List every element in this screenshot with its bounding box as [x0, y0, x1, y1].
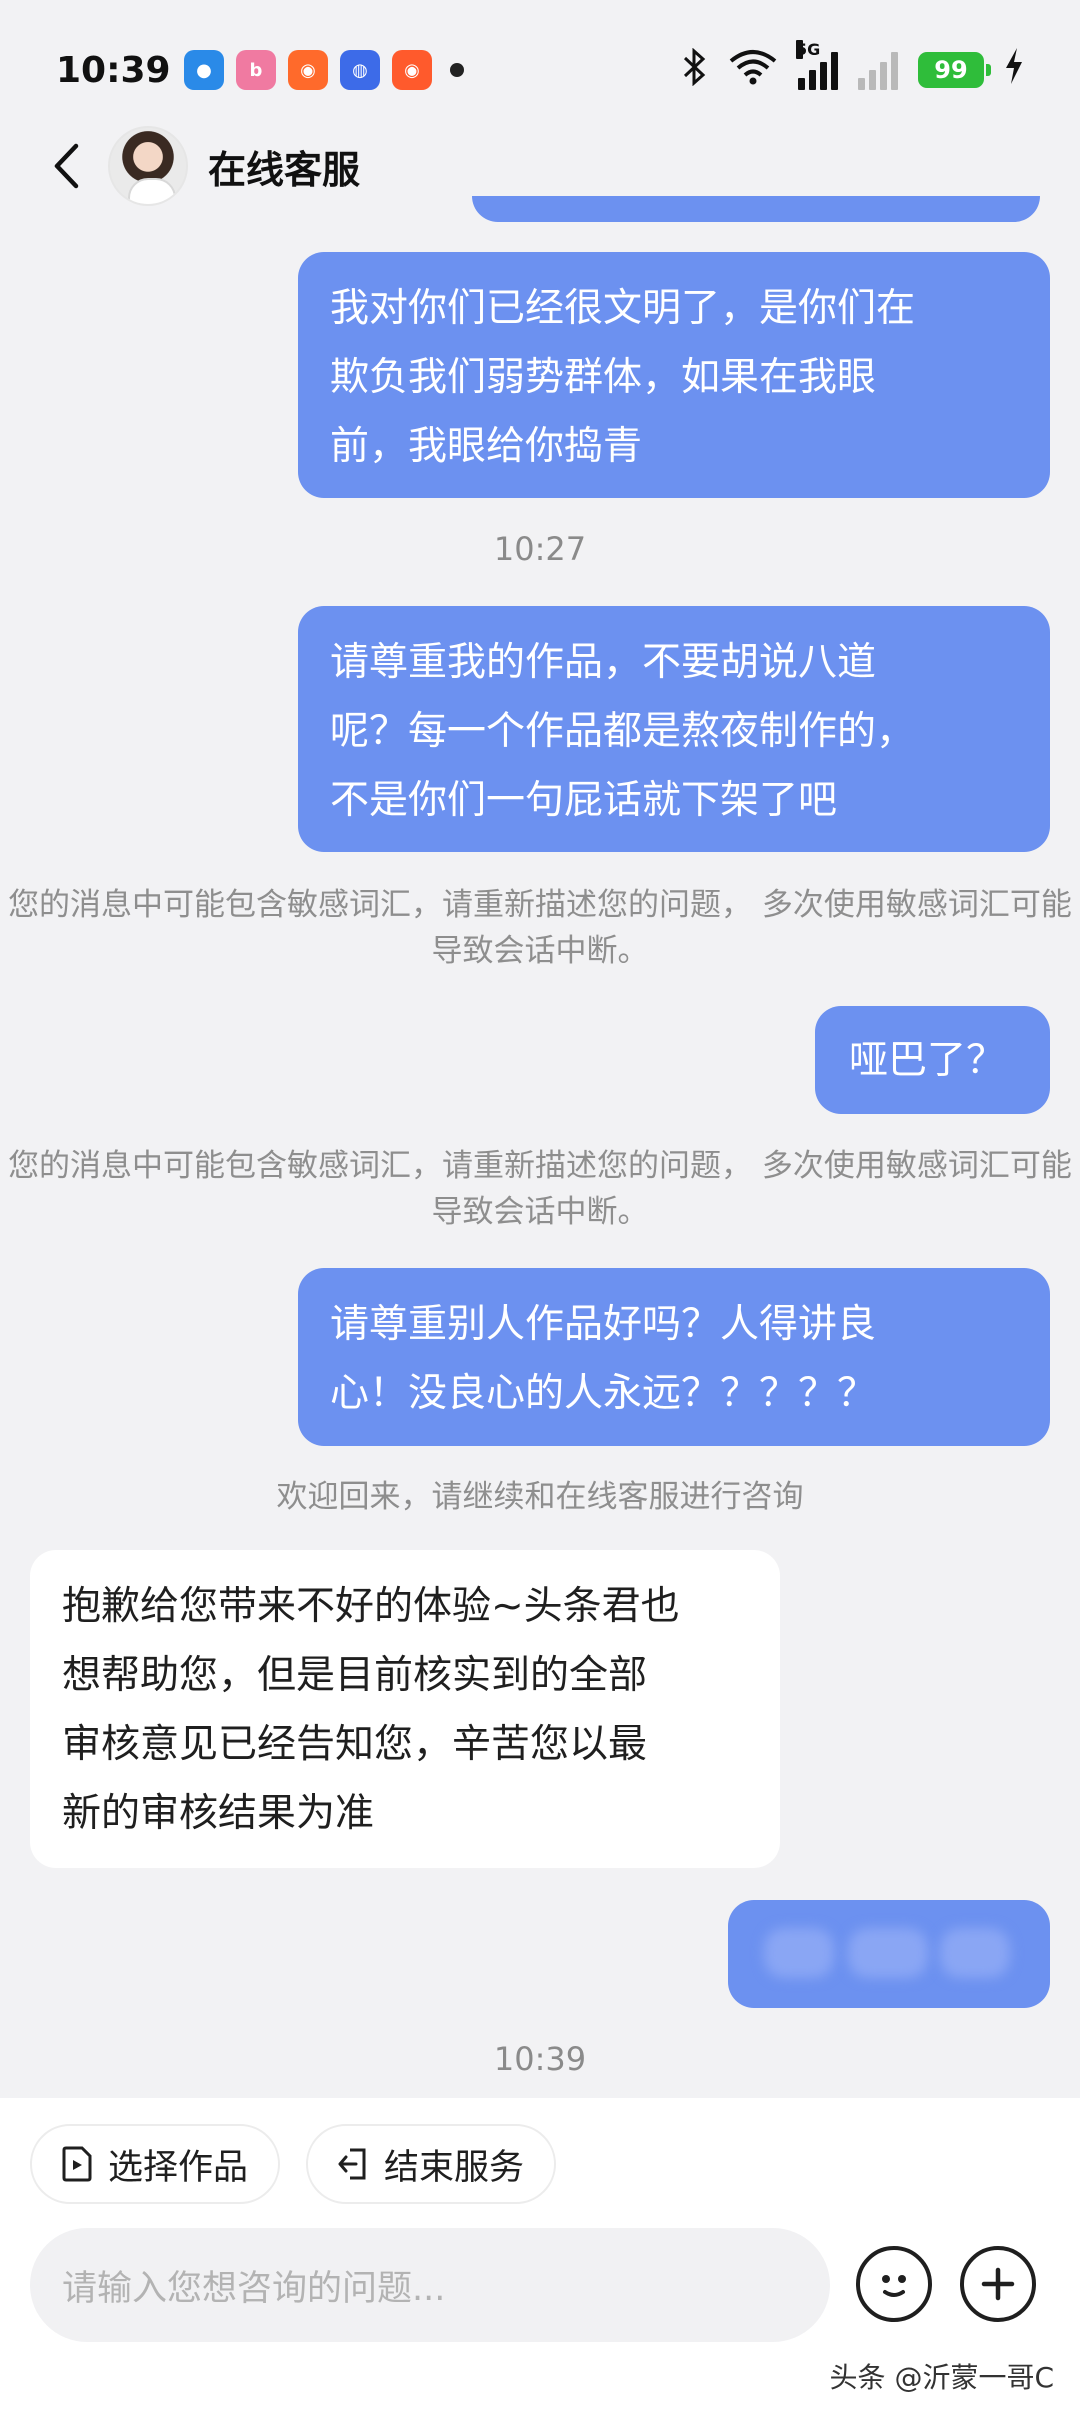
message-bubble-outgoing-blurred[interactable] [728, 1900, 1050, 2008]
timestamp: 10:39 [493, 2040, 587, 2078]
back-button[interactable] [44, 136, 88, 196]
page-title: 在线客服 [208, 147, 361, 192]
emoji-icon [882, 2275, 906, 2297]
message-input[interactable]: 请输入您想咨询的问题... [30, 2228, 830, 2342]
select-work-button[interactable]: 选择作品 [30, 2124, 281, 2204]
system-notice: 您的消息中可能包含敏感词汇，请重新描述您的问题， 多次使用敏感词汇可能导致会话中… [8, 887, 1072, 969]
message-bubble-outgoing[interactable]: 我对你们已经很文明了，是你们在 欺负我们弱势群体，如果在我眼 前，我眼给你捣青 [298, 252, 1050, 498]
system-notice: 欢迎回来，请继续和在线客服进行咨询 [276, 1479, 804, 1515]
exit-icon [338, 2148, 366, 2180]
back-arrow-icon [54, 143, 79, 189]
message-bubble-outgoing[interactable]: 哑巴了？ [815, 1006, 1050, 1114]
timestamp: 10:27 [493, 530, 587, 568]
header: 在线客服 [0, 118, 1080, 214]
system-notice: 您的消息中可能包含敏感词汇，请重新描述您的问题， 多次使用敏感词汇可能导致会话中… [8, 1148, 1072, 1230]
end-service-label: 结束服务 [384, 2147, 525, 2188]
video-file-icon [62, 2146, 92, 2182]
watermark: 头条 @沂蒙一哥C [829, 2361, 1054, 2394]
emoji-button[interactable] [856, 2246, 932, 2322]
end-service-button[interactable]: 结束服务 [306, 2124, 557, 2204]
message-bubble-outgoing[interactable]: 请尊重别人作品好吗？人得讲良 心！没良心的人永远？？？？？ [298, 1268, 1050, 1446]
message-bubble-incoming[interactable]: 抱歉给您带来不好的体验~头条君也 想帮助您，但是目前核实到的全部 审核意见已经告… [30, 1550, 780, 1868]
select-work-label: 选择作品 [108, 2147, 249, 2188]
add-button[interactable] [960, 2246, 1036, 2322]
agent-avatar[interactable] [108, 126, 188, 206]
message-bubble-outgoing[interactable]: 请尊重我的作品，不要胡说八道 呢？每一个作品都是熬夜制作的， 不是你们一句屁话就… [298, 606, 1050, 852]
chat-area[interactable]: 我对你们已经很文明了，是你们在 欺负我们弱势群体，如果在我眼 前，我眼给你捣青 … [0, 0, 1080, 2100]
plus-icon [981, 2267, 1015, 2301]
message-input-placeholder: 请输入您想咨询的问题... [62, 2268, 446, 2309]
